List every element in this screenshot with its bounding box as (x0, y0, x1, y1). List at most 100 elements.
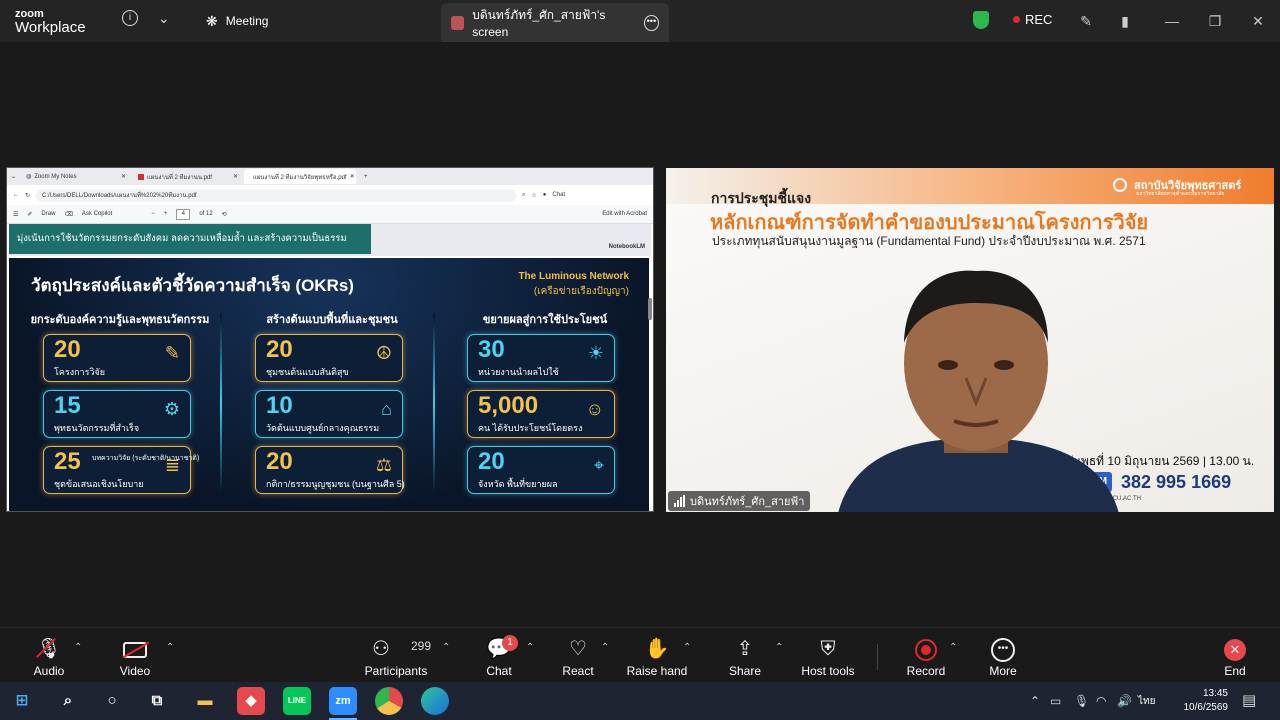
close-button[interactable]: ✕ (1248, 11, 1268, 31)
avatar (451, 15, 465, 30)
show-hidden-icons-caret[interactable]: ⌃ (1030, 694, 1040, 708)
okr-card: 30 หน่วยงานนำผลไปใช้ ☀ (467, 334, 615, 382)
shield-icon: ⛨ (820, 638, 836, 660)
browser-tab[interactable]: ◍ Zoom My Notes ✕ (20, 169, 132, 184)
column-heading: ขยายผลสู่การใช้ประโยชน์ (482, 314, 608, 326)
audio-options-caret[interactable]: ⌃ (74, 642, 82, 653)
ask-copilot-button[interactable]: Ask Copilot (82, 211, 112, 217)
anydesk-icon[interactable]: ◆ (237, 687, 265, 715)
screen-share-tab[interactable]: บดินทร์ภัทร์_ศัก_สายฟ้า's screen ••• (441, 3, 669, 42)
browser-tab-strip: ⌄ ◍ Zoom My Notes ✕ แผนงานที่ 2 ทีมงานน.pd… (7, 168, 653, 185)
view-layout-icon[interactable]: ▮ (1115, 11, 1135, 31)
title-bar: zoom Workplace i ⌄ ❋ Meeting บดินทร์ภัทร… (0, 0, 1280, 42)
windows-start-icon[interactable]: ⊞ (8, 687, 36, 715)
host-tools-button[interactable]: ⛨ Host tools (788, 636, 868, 678)
volume-icon[interactable]: 🔊 (1117, 694, 1132, 708)
notebooklm-label: NotebookLM (608, 244, 645, 250)
new-tab-icon[interactable]: + (356, 174, 376, 180)
system-clock[interactable]: 13:45 10/6/2569 (1170, 687, 1229, 715)
draw-button[interactable]: Draw (41, 211, 55, 217)
scrollbar-thumb[interactable] (648, 298, 652, 320)
tab-list-icon[interactable]: ⌄ (7, 173, 20, 180)
workplace-logo: Workplace (15, 19, 86, 36)
notification-icon[interactable]: ▤ (1242, 691, 1256, 709)
address-input[interactable]: C:/Users/DELL/Downloads/แผนงานที่%202%20… (36, 188, 517, 202)
file-explorer-icon[interactable]: ▬ (191, 687, 219, 715)
line-app-icon[interactable]: LINE (283, 687, 311, 715)
wifi-icon[interactable]: ◠ (1096, 694, 1106, 708)
okr-card: 20 ชุมชนต้นแบบสันติสุข ☮ (255, 334, 403, 382)
rotate-icon[interactable]: ⟲ (222, 211, 227, 218)
previous-slide-edge: มุ่งเน้นการใช้นวัตกรรมยกระดับสังคม ลดควา… (9, 224, 651, 256)
okr-label: วัดต้นแบบศูนย์กลางคุณธรรม (266, 423, 380, 433)
more-options-icon[interactable]: ••• (643, 14, 659, 31)
page-number-input[interactable]: 4 (176, 208, 191, 220)
meeting-tab[interactable]: ❋ Meeting (196, 6, 278, 36)
search-icon[interactable]: ⌕ (522, 192, 525, 199)
react-options-caret[interactable]: ⌃ (601, 642, 609, 653)
chat-options-caret[interactable]: ⌃ (526, 642, 534, 653)
okr-card: 20 กติกา/ธรรมนูญชุมชน (บนฐานศีล 5) ⚖ (255, 446, 405, 494)
participant-name-tag: บดินทร์ภัทร์_ศัก_สายฟ้า (668, 491, 811, 511)
restore-button[interactable]: ❐ (1205, 11, 1225, 31)
lightbulb-icon: ☀ (587, 343, 604, 363)
recording-indicator[interactable]: REC (1013, 12, 1052, 27)
toolbar-divider (877, 644, 878, 670)
back-icon[interactable]: ← (13, 192, 19, 198)
okr-card: 5,000 คน ได้รับประโยชน์โดยตรง ☺ (467, 390, 615, 438)
task-view-icon[interactable]: ⧉ (143, 687, 171, 715)
edge-icon[interactable] (421, 687, 449, 715)
video-options-caret[interactable]: ⌃ (166, 642, 174, 653)
peace-icon: ☮ (375, 343, 392, 363)
okr-slide: วัตถุประสงค์และตัวชี้วัดความสำเร็จ (OKRs… (9, 258, 649, 511)
shared-screen[interactable]: ⌄ ◍ Zoom My Notes ✕ แผนงานที่ 2 ทีมงานน.pd… (6, 167, 654, 512)
chat-copilot-button[interactable]: Chat (552, 192, 565, 198)
okr-card: 20 โครงการวิจัย ✎ (43, 334, 191, 382)
okr-value: 30 (478, 336, 505, 363)
favorite-icon[interactable]: ☆ (531, 192, 536, 199)
profile-icon[interactable]: ● (543, 192, 547, 198)
edit-with-acrobat-button[interactable]: Edit with Acrobat (602, 211, 647, 217)
highlight-icon[interactable]: ✐ (27, 211, 32, 218)
minimize-button[interactable]: — (1162, 11, 1182, 31)
zoom-app-icon[interactable]: zm (329, 687, 357, 715)
browser-tab[interactable]: แผนงานที่ 2 ทีมงานน.pdf ✕ (132, 169, 244, 184)
speaker-video[interactable]: สถาบันวิจัยพุทธศาสตร์ มหาวิทยาลัยมหาจุฬา… (666, 168, 1274, 512)
search-icon[interactable]: ⌕ (54, 687, 82, 715)
okr-value: 20 (266, 448, 293, 475)
meeting-tab-label: Meeting (225, 14, 269, 28)
end-meeting-icon: ✕ (1195, 636, 1275, 662)
video-button[interactable]: Video (95, 636, 175, 678)
refresh-icon[interactable]: ↻ (25, 192, 30, 199)
share-options-caret[interactable]: ⌃ (775, 642, 783, 653)
participants-options-caret[interactable]: ⌃ (442, 642, 450, 653)
institute-logo-icon (1113, 178, 1127, 192)
record-options-caret[interactable]: ⌃ (949, 642, 957, 653)
more-dots-icon: ••• (963, 636, 1043, 662)
chrome-icon[interactable] (375, 687, 403, 715)
institute-subtitle: มหาวิทยาลัยมหาจุฬาลงกรณราชวิทยาลัย (1136, 191, 1225, 197)
annotate-pen-icon[interactable]: ✎ (1076, 11, 1096, 31)
raise-hand-options-caret[interactable]: ⌃ (683, 642, 691, 653)
zoom-in-icon[interactable]: + (164, 211, 168, 217)
zoom-out-icon[interactable]: − (151, 211, 155, 217)
more-button[interactable]: ••• More (963, 636, 1043, 678)
input-language[interactable]: ไทย (1138, 694, 1155, 709)
battery-icon[interactable]: ▭ (1050, 694, 1061, 708)
microphone-icon[interactable]: 🎙 (1074, 694, 1089, 708)
slide-title: วัตถุประสงค์และตัวชี้วัดความสำเร็จ (OKRs… (31, 276, 354, 295)
okr-card: 25 ชุดข้อเสนอเชิงนโยบาย บทความวิจัย (ระดับ… (43, 446, 199, 494)
shield-icon[interactable] (973, 11, 989, 29)
paw-icon: ❋ (206, 12, 218, 29)
end-button[interactable]: ✕ End (1195, 636, 1275, 678)
meeting-toolbar: 🎙 Audio ⌃ Video ⌃ ⚇ Participants 299 ⌃ 💬… (0, 627, 1280, 682)
rec-label: REC (1025, 12, 1053, 27)
chevron-down-icon[interactable]: ⌄ (158, 10, 170, 27)
browser-tab-active[interactable]: แผนงานที่ 2 ทีมงานวิจัยพุทธหรือ.pdf ✕ (244, 169, 357, 184)
share-button[interactable]: ⇪ Share (705, 636, 785, 678)
clock-time: 13:45 (1202, 688, 1228, 699)
contents-icon[interactable]: ☰ (13, 211, 18, 218)
info-icon[interactable]: i (122, 10, 138, 26)
erase-icon[interactable]: ⌫ (64, 211, 72, 218)
cortana-icon[interactable]: ○ (98, 687, 126, 715)
